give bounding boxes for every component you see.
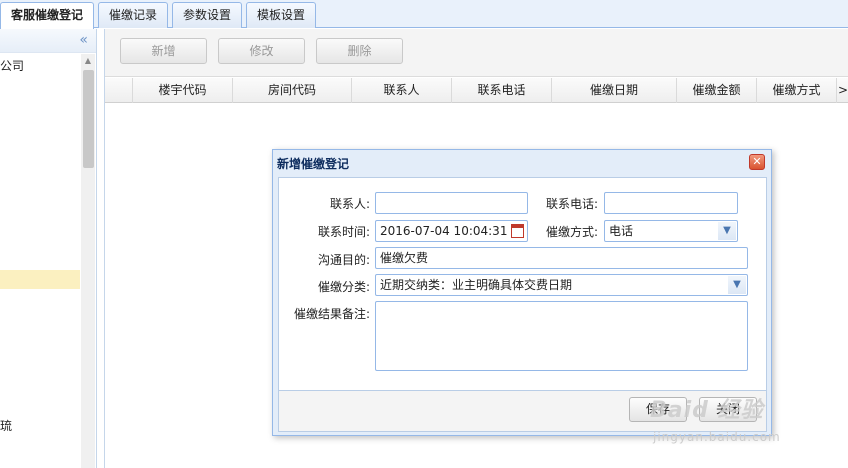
category-value: 近期交纳类：业主明确具体交费日期 [380,278,573,292]
sidebar-scrollbar[interactable]: ▲ [81,54,95,468]
close-icon[interactable]: ✕ [749,154,765,170]
phone-label: 联系电话: [545,197,598,211]
toolbar: 新增 修改 删除 [105,29,848,77]
scroll-up-arrow-icon[interactable]: ▲ [81,54,95,68]
purpose-input[interactable]: 催缴欠费 [375,247,748,269]
time-input[interactable]: 2016-07-04 10:04:31 [375,220,528,242]
sidebar-header: « [0,29,96,53]
tab-collection-records[interactable]: 催缴记录 [98,2,168,28]
tree-item-partial[interactable]: 琉 [0,417,12,434]
method-select[interactable]: 电话 ▼ [604,220,738,242]
grid-col-checkbox [105,78,132,103]
purpose-label: 沟通目的: [317,253,370,267]
delete-button[interactable]: 删除 [316,38,403,64]
chevron-down-icon[interactable]: ▼ [718,222,736,240]
sidebar: « 公司 琉 ▲ [0,29,97,468]
time-label: 联系时间: [317,225,370,239]
tab-template-settings[interactable]: 模板设置 [246,2,316,28]
grid-header: 楼宇代码 房间代码 联系人 联系电话 催缴日期 催缴金额 催缴方式 > [105,78,848,103]
grid-col-phone[interactable]: 联系电话 [451,78,551,103]
grid-col-contact[interactable]: 联系人 [351,78,451,103]
dialog-form: 联系人: 联系电话: 联系时间: 2016-07-04 10:04:31 催缴方… [278,177,767,391]
grid-col-more[interactable]: > [836,78,848,103]
tree-item-selected[interactable] [0,270,80,289]
grid-col-amount[interactable]: 催缴金额 [676,78,756,103]
grid-col-method[interactable]: 催缴方式 [756,78,836,103]
time-value: 2016-07-04 10:04:31 [380,224,508,238]
method-label: 催缴方式: [545,225,598,239]
contact-input[interactable] [375,192,528,214]
remark-label: 催缴结果备注: [293,307,370,321]
grid-col-date[interactable]: 催缴日期 [551,78,676,103]
dialog-title: 新增催缴登记 [277,157,350,171]
add-button[interactable]: 新增 [120,38,207,64]
tree-item-company[interactable]: 公司 [0,57,24,74]
remark-textarea[interactable] [375,301,748,371]
phone-input[interactable] [604,192,738,214]
tab-bar: 客服催缴登记 催缴记录 参数设置 模板设置 [0,0,848,29]
baidu-watermark-url: jingyan.baidu.com [653,430,781,444]
tab-parameter-settings[interactable]: 参数设置 [172,2,242,28]
collapse-icon[interactable]: « [79,32,88,48]
grid-col-room-code[interactable]: 房间代码 [232,78,351,103]
category-select[interactable]: 近期交纳类：业主明确具体交费日期 ▼ [375,274,748,296]
grid-col-building-code[interactable]: 楼宇代码 [132,78,232,103]
method-value: 电话 [609,224,634,238]
chevron-down-icon[interactable]: ▼ [728,276,746,294]
calendar-icon[interactable] [511,224,524,238]
scroll-thumb[interactable] [83,70,94,168]
category-label: 催缴分类: [317,280,370,294]
contact-label: 联系人: [329,197,370,211]
baidu-watermark-logo: Baid 经验 [650,398,764,423]
edit-button[interactable]: 修改 [218,38,305,64]
tab-collection-registration[interactable]: 客服催缴登记 [0,2,94,29]
